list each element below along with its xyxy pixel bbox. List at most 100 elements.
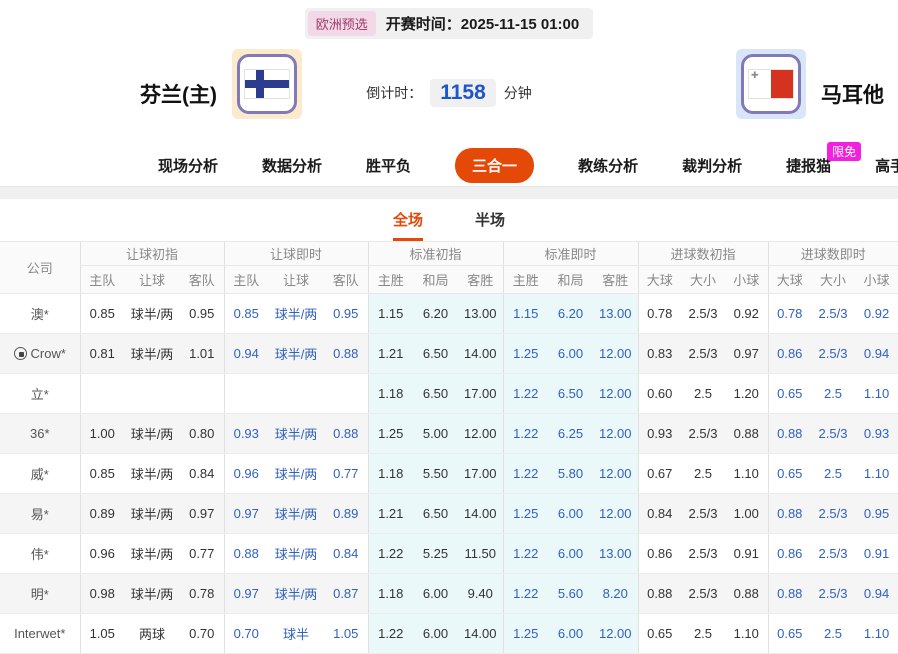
sub-header: 主队 — [80, 266, 124, 294]
odds-cell: 0.65 — [638, 614, 681, 654]
subtab-1[interactable]: 全场 — [393, 209, 423, 241]
nav-tab-3[interactable]: 胜平负 — [366, 155, 411, 176]
odds-cell: 0.85 — [80, 294, 124, 334]
odds-cell: 0.65 — [768, 374, 811, 414]
odds-cell: 0.88 — [638, 574, 681, 614]
odds-cell: 6.00 — [548, 494, 593, 534]
odds-cell: 0.92 — [855, 294, 898, 334]
odds-cell: 2.5/3 — [811, 414, 855, 454]
company-cell[interactable]: 立* — [0, 374, 80, 414]
odds-cell: 0.87 — [324, 574, 368, 614]
table-row: 伟*0.96球半/两0.770.88球半/两0.841.225.2511.501… — [0, 534, 898, 574]
odds-cell — [268, 374, 324, 414]
league-badge: 欧洲预选 — [308, 11, 376, 36]
company-cell[interactable]: 威* — [0, 454, 80, 494]
odds-cell: 2.5/3 — [681, 574, 725, 614]
odds-cell: 2.5/3 — [811, 574, 855, 614]
odds-cell: 1.18 — [368, 574, 413, 614]
sub-header: 客队 — [180, 266, 224, 294]
odds-cell: 9.40 — [458, 574, 503, 614]
odds-cell: 0.65 — [768, 454, 811, 494]
table-row: 威*0.85球半/两0.840.96球半/两0.771.185.5017.001… — [0, 454, 898, 494]
subtab-2[interactable]: 半场 — [475, 209, 505, 241]
odds-cell: 14.00 — [458, 614, 503, 654]
odds-cell: 1.21 — [368, 334, 413, 374]
odds-cell: 0.97 — [224, 574, 268, 614]
nav-tabs: 现场分析 数据分析 胜平负 三合一 教练分析 裁判分析 捷报猫限免 高手推荐 — [0, 145, 898, 187]
sub-header: 主胜 — [368, 266, 413, 294]
odds-cell: 球半/两 — [268, 534, 324, 574]
odds-cell: 0.97 — [224, 494, 268, 534]
nav-tab-6[interactable]: 裁判分析 — [682, 155, 742, 176]
odds-cell: 0.88 — [768, 574, 811, 614]
odds-cell: 0.88 — [324, 414, 368, 454]
odds-cell: 1.05 — [80, 614, 124, 654]
sub-header: 让球 — [124, 266, 180, 294]
odds-cell: 17.00 — [458, 374, 503, 414]
odds-cell: 0.93 — [224, 414, 268, 454]
odds-cell: 1.05 — [324, 614, 368, 654]
table-sub-header-row: 主队让球客队主队让球客队主胜和局客胜主胜和局客胜大球大小小球大球大小小球 — [0, 266, 898, 294]
sub-header: 客队 — [324, 266, 368, 294]
odds-cell: 12.00 — [593, 334, 638, 374]
odds-cell: 6.50 — [413, 494, 458, 534]
odds-cell: 1.18 — [368, 454, 413, 494]
group-header-2: 让球即时 — [224, 242, 368, 266]
odds-cell: 2.5/3 — [681, 334, 725, 374]
odds-cell: 6.00 — [413, 614, 458, 654]
company-cell[interactable]: Crow* — [0, 334, 80, 374]
odds-cell: 0.96 — [80, 534, 124, 574]
odds-cell: 0.95 — [180, 294, 224, 334]
odds-cell: 1.10 — [725, 614, 768, 654]
odds-cell: 球半/两 — [124, 494, 180, 534]
company-cell[interactable]: 明* — [0, 574, 80, 614]
nav-tab-8[interactable]: 高手推荐 — [875, 155, 898, 176]
odds-cell: 0.85 — [80, 454, 124, 494]
odds-table-body: 澳*0.85球半/两0.950.85球半/两0.951.156.2013.001… — [0, 294, 898, 654]
odds-cell: 2.5/3 — [811, 494, 855, 534]
odds-cell: 8.20 — [593, 574, 638, 614]
odds-cell: 0.94 — [855, 334, 898, 374]
odds-cell: 1.01 — [180, 334, 224, 374]
nav-tab-7[interactable]: 捷报猫限免 — [786, 155, 831, 176]
odds-cell: 0.97 — [725, 334, 768, 374]
company-cell[interactable]: 澳* — [0, 294, 80, 334]
odds-cell: 0.88 — [768, 494, 811, 534]
company-cell[interactable]: 36* — [0, 414, 80, 454]
odds-cell: 0.84 — [324, 534, 368, 574]
odds-cell: 球半/两 — [124, 534, 180, 574]
odds-cell: 1.25 — [368, 414, 413, 454]
nav-tab-5[interactable]: 教练分析 — [578, 155, 638, 176]
odds-cell: 球半/两 — [268, 494, 324, 534]
odds-cell: 1.20 — [725, 374, 768, 414]
table-row: Crow*0.81球半/两1.010.94球半/两0.881.216.5014.… — [0, 334, 898, 374]
odds-cell: 0.94 — [224, 334, 268, 374]
odds-cell: 2.5 — [681, 374, 725, 414]
company-cell[interactable]: 易* — [0, 494, 80, 534]
odds-cell: 0.96 — [224, 454, 268, 494]
odds-cell: 球半/两 — [268, 454, 324, 494]
company-cell[interactable]: Interwet* — [0, 614, 80, 654]
odds-cell — [80, 374, 124, 414]
sub-header: 大球 — [638, 266, 681, 294]
sub-header: 和局 — [413, 266, 458, 294]
odds-cell: 0.88 — [768, 414, 811, 454]
odds-cell: 0.85 — [224, 294, 268, 334]
table-row: 立*1.186.5017.001.226.5012.000.602.51.200… — [0, 374, 898, 414]
odds-cell: 0.70 — [180, 614, 224, 654]
odds-cell: 1.22 — [503, 414, 548, 454]
odds-cell: 12.00 — [458, 414, 503, 454]
nav-tab-1[interactable]: 现场分析 — [158, 155, 218, 176]
odds-cell: 2.5 — [681, 614, 725, 654]
odds-cell: 6.50 — [413, 374, 458, 414]
odds-cell: 0.94 — [855, 574, 898, 614]
nav-tab-2[interactable]: 数据分析 — [262, 155, 322, 176]
odds-cell: 6.50 — [413, 334, 458, 374]
company-cell[interactable]: 伟* — [0, 534, 80, 574]
odds-cell: 0.91 — [725, 534, 768, 574]
odds-table: 公司 让球初指让球即时标准初指标准即时进球数初指进球数即时 主队让球客队主队让球… — [0, 241, 898, 654]
odds-cell: 1.00 — [725, 494, 768, 534]
odds-cell: 13.00 — [458, 294, 503, 334]
nav-tab-4[interactable]: 三合一 — [455, 148, 534, 183]
sub-header: 大小 — [811, 266, 855, 294]
